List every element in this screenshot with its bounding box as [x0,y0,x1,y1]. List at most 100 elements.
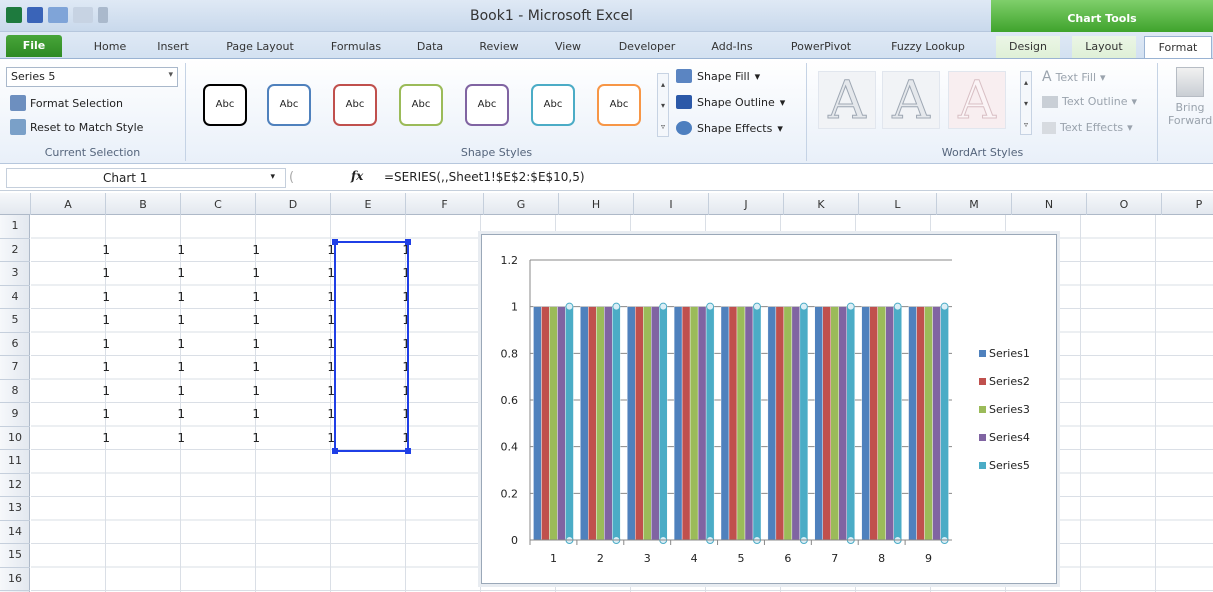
shape-outline-button[interactable]: Shape Outline ▾ [676,95,785,109]
shape-style-swatch[interactable]: Abc [399,84,443,126]
column-header[interactable]: M [937,193,1012,215]
range-handle[interactable] [405,448,411,454]
row-header[interactable]: 9 [0,403,30,427]
tab-data[interactable]: Data [410,36,450,58]
row-header[interactable]: 8 [0,380,30,403]
shape-style-swatch[interactable]: Abc [531,84,575,126]
formula-input[interactable]: =SERIES(,,Sheet1!$E$2:$E$10,5) [384,170,585,184]
bar [846,306,855,541]
reset-to-match-style-button[interactable]: Reset to Match Style [10,119,143,135]
chart-element-select[interactable]: Series 5 ▾ [6,67,178,87]
y-tick-label: 1 [511,301,518,314]
column-header[interactable]: L [859,193,937,215]
tab-layout[interactable]: Layout [1072,36,1136,58]
shape-style-swatch[interactable]: Abc [465,84,509,126]
tab-view[interactable]: View [548,36,588,58]
group-label: WordArt Styles [941,146,1024,159]
row-header[interactable]: 16 [0,568,30,591]
format-selection-button[interactable]: Format Selection [10,95,123,111]
wordart-style-swatch[interactable]: A [948,71,1006,131]
tab-insert[interactable]: Insert [152,36,194,58]
column-header[interactable]: I [634,193,709,215]
chart-object[interactable]: 0 0.2 0.4 0.6 0.8 1 1.2 1 2 3 4 5 6 7 8 9 Series1 Series2… [481,234,1057,584]
tab-review[interactable]: Review [474,36,524,58]
tab-powerpivot[interactable]: PowerPivot [786,36,856,58]
redo-icon[interactable] [73,7,93,23]
column-header[interactable]: E [331,193,406,215]
shape-style-swatch[interactable]: Abc [203,84,247,126]
column-header[interactable]: O [1087,193,1162,215]
name-box[interactable]: Chart 1 ▾ [6,168,286,188]
shape-fill-button[interactable]: Shape Fill ▾ [676,69,760,83]
text-outline-icon [1042,95,1058,108]
column-header[interactable]: H [559,193,634,215]
row-header[interactable]: 12 [0,474,30,497]
series-source-range[interactable] [332,239,411,454]
column-header[interactable]: F [406,193,484,215]
bar [767,306,777,541]
undo-icon[interactable] [48,7,68,23]
row-header[interactable]: 7 [0,356,30,380]
cell-value: 1 [102,407,110,421]
legend-swatch [979,462,986,469]
select-all-corner[interactable] [0,193,31,215]
row-header[interactable]: 6 [0,333,30,356]
tab-file[interactable]: File [6,35,62,57]
column-header[interactable]: P [1162,193,1213,215]
legend-label: Series5 [989,459,1030,472]
shape-effects-button[interactable]: Shape Effects ▾ [676,121,783,135]
row-header[interactable]: 10 [0,427,30,450]
tab-design[interactable]: Design [996,36,1060,58]
tab-format[interactable]: Format [1144,36,1212,58]
column-header[interactable]: C [181,193,256,215]
wordart-style-swatch[interactable]: A [882,71,940,131]
chevron-down-icon: ▾ [754,69,761,83]
gallery-scroll[interactable]: ▴ ▾ ▿ [657,73,669,137]
tab-formulas[interactable]: Formulas [326,36,386,58]
y-tick-label: 0.8 [501,347,519,360]
text-fill-button[interactable]: A Text Fill ▾ [1042,69,1106,85]
tab-developer[interactable]: Developer [612,36,682,58]
row-header[interactable]: 4 [0,286,30,309]
cell-value: 1 [177,266,185,280]
column-header[interactable]: K [784,193,859,215]
row-header[interactable]: 3 [0,262,30,286]
bring-forward-button[interactable]: Bring Forward [1168,67,1212,127]
insert-function-icon[interactable]: fx [351,169,363,183]
tab-home[interactable]: Home [88,36,132,58]
row-header[interactable]: 15 [0,544,30,568]
cell-value: 1 [102,336,110,351]
tab-fuzzy-lookup[interactable]: Fuzzy Lookup [884,36,972,58]
bar [877,306,886,541]
row-header[interactable]: 1 [0,215,30,239]
shape-style-swatch[interactable]: Abc [597,84,641,126]
text-effects-button[interactable]: Text Effects ▾ [1042,121,1133,134]
quick-access-toolbar [6,7,108,23]
column-header[interactable]: A [31,193,106,215]
row-header[interactable]: 14 [0,521,30,544]
save-icon[interactable] [27,7,43,23]
row-header[interactable]: 5 [0,309,30,333]
column-header[interactable]: G [484,193,559,215]
column-header[interactable]: D [256,193,331,215]
shape-style-swatch[interactable]: Abc [333,84,377,126]
tab-add-ins[interactable]: Add-Ins [704,36,760,58]
customize-qat-icon[interactable] [98,7,108,23]
column-header[interactable]: J [709,193,784,215]
cell-value: 1 [252,360,260,374]
range-handle[interactable] [332,448,338,454]
bar [697,306,707,541]
column-header[interactable]: B [106,193,181,215]
range-handle[interactable] [405,239,411,245]
wordart-style-swatch[interactable]: A [818,71,876,131]
shape-style-swatch[interactable]: Abc [267,84,311,126]
row-header[interactable]: 11 [0,450,30,474]
range-handle[interactable] [332,239,338,245]
row-header[interactable]: 13 [0,497,30,521]
row-header[interactable]: 2 [0,239,30,262]
text-outline-button[interactable]: Text Outline ▾ [1042,95,1137,108]
tab-page-layout[interactable]: Page Layout [222,36,298,58]
wordart-gallery-scroll[interactable]: ▴ ▾ ▿ [1020,71,1032,135]
column-header[interactable]: N [1012,193,1087,215]
bar [799,306,809,541]
